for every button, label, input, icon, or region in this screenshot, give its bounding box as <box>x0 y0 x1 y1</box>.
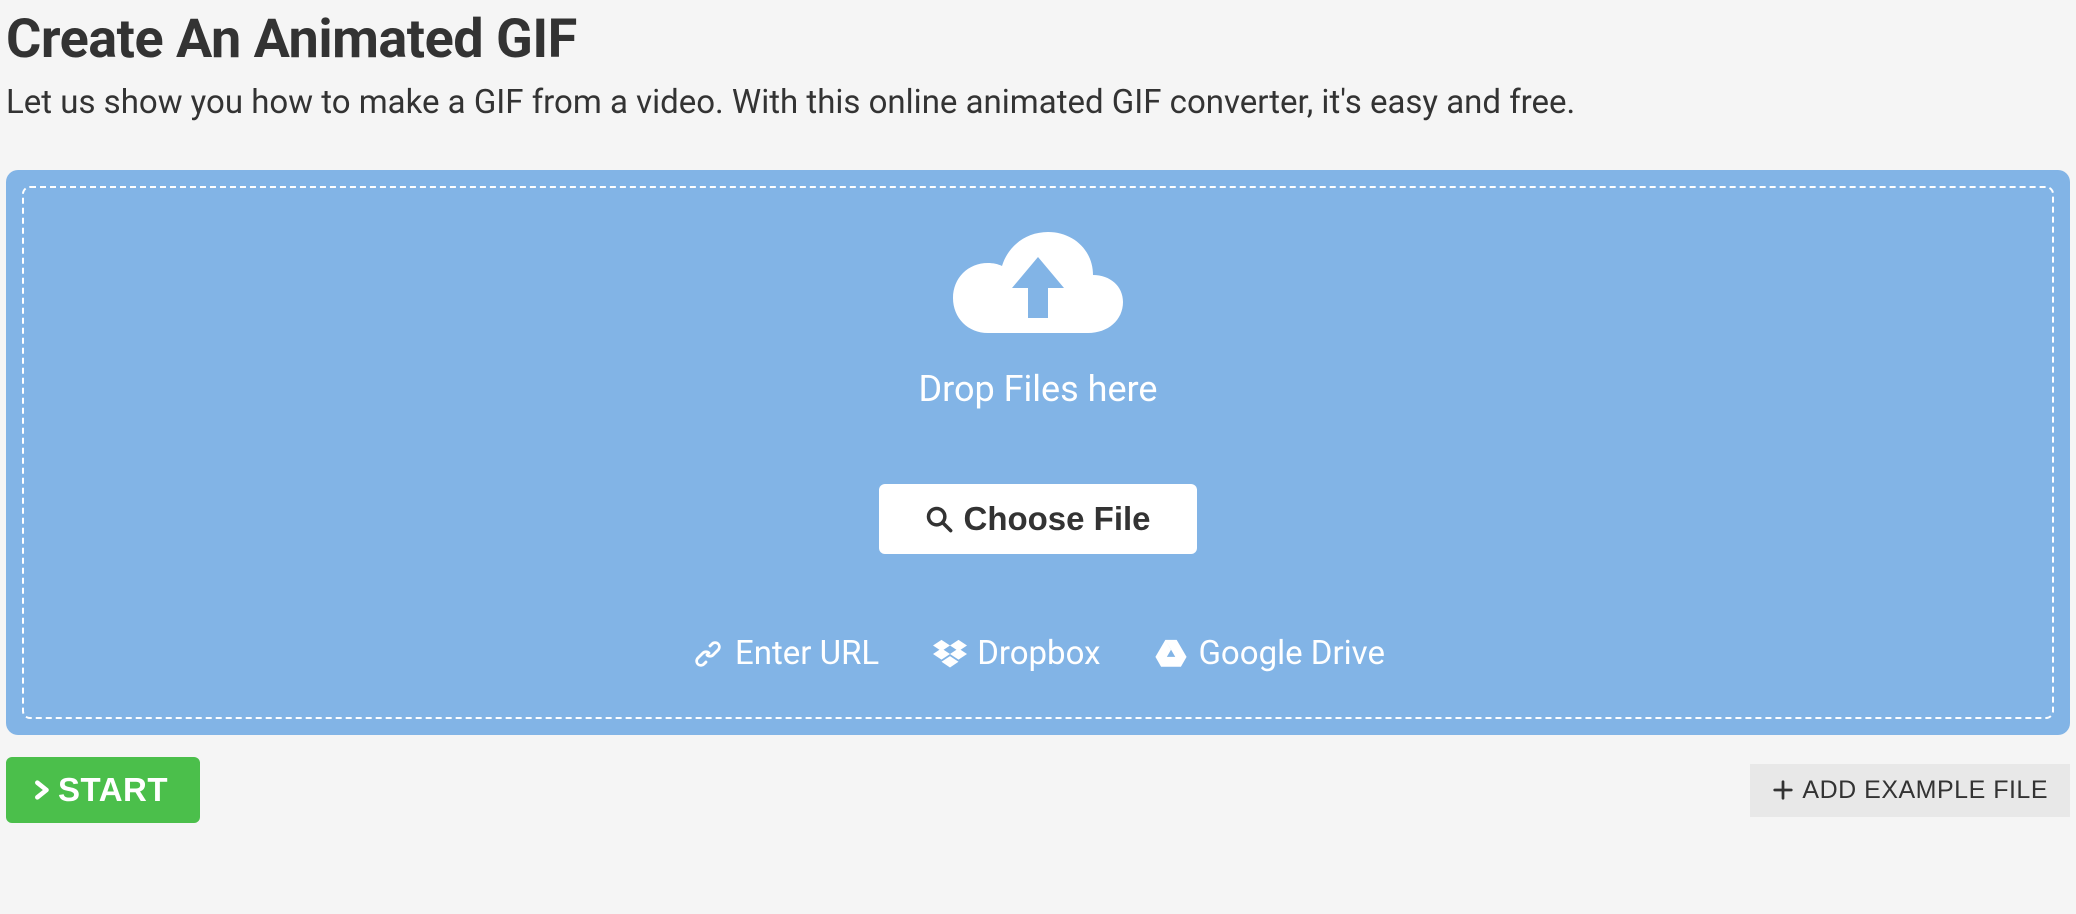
plus-icon <box>1772 779 1794 801</box>
choose-file-label: Choose File <box>963 500 1150 538</box>
start-label: START <box>58 771 168 809</box>
file-dropzone[interactable]: Drop Files here Choose File Enter URL <box>6 170 2070 735</box>
add-example-label: ADD EXAMPLE FILE <box>1802 776 2048 805</box>
page-subtitle: Let us show you how to make a GIF from a… <box>6 83 2070 122</box>
google-drive-option[interactable]: Google Drive <box>1154 634 1385 673</box>
cloud-upload-icon <box>948 220 1128 350</box>
link-icon <box>691 637 725 671</box>
google-drive-label: Google Drive <box>1198 634 1385 673</box>
chevron-right-icon <box>30 776 52 804</box>
footer-actions: START ADD EXAMPLE FILE <box>6 757 2070 823</box>
dropbox-icon <box>933 637 967 671</box>
add-example-file-button[interactable]: ADD EXAMPLE FILE <box>1750 764 2070 817</box>
choose-file-button[interactable]: Choose File <box>879 484 1196 554</box>
dropbox-option[interactable]: Dropbox <box>933 634 1100 673</box>
search-icon <box>925 505 953 533</box>
google-drive-icon <box>1154 637 1188 671</box>
source-options: Enter URL Dropbox Google Drive <box>691 634 1385 673</box>
dropzone-inner: Drop Files here Choose File Enter URL <box>22 186 2054 719</box>
page-title: Create An Animated GIF <box>6 8 2070 71</box>
enter-url-label: Enter URL <box>735 634 879 673</box>
dropbox-label: Dropbox <box>977 634 1100 673</box>
drop-text: Drop Files here <box>918 368 1157 410</box>
start-button[interactable]: START <box>6 757 200 823</box>
enter-url-option[interactable]: Enter URL <box>691 634 879 673</box>
